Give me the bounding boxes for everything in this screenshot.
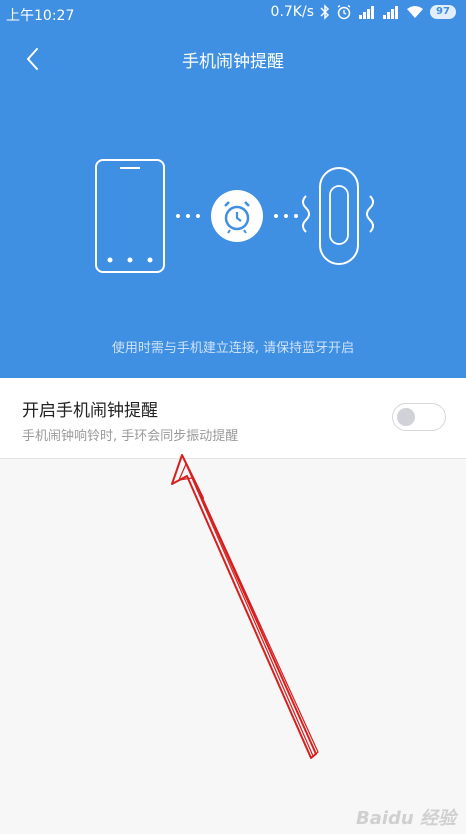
- toggle-knob: [397, 408, 415, 426]
- band-icon: [302, 167, 374, 265]
- signal-icon: [383, 6, 398, 19]
- alarm-icon: [337, 4, 351, 20]
- setting-title: 开启手机闹钟提醒: [22, 401, 158, 421]
- battery-icon: 97: [430, 5, 456, 19]
- dots-right: [274, 214, 298, 218]
- status-bar: 上午10:27 0.7K/s 97: [0, 0, 466, 28]
- network-speed: 0.7K/s: [270, 4, 314, 20]
- page-title: 手机闹钟提醒: [182, 52, 284, 72]
- phone-icon: [95, 159, 165, 273]
- wifi-icon: [407, 6, 423, 18]
- bluetooth-hint: 使用时需与手机建立连接, 请保持蓝牙开启: [111, 341, 355, 356]
- status-icons: 0.7K/s 97: [271, 4, 456, 20]
- alarm-clock-icon: [211, 190, 263, 242]
- dots-left: [176, 214, 200, 218]
- alarm-reminder-toggle[interactable]: [392, 403, 446, 431]
- signal-icon: [359, 6, 374, 19]
- connection-illustration: [95, 159, 374, 273]
- bluetooth-icon: [320, 4, 330, 20]
- annotation-arrow: [171, 454, 319, 759]
- baidu-watermark: Baidu 经验: [355, 808, 456, 829]
- status-time: 上午10:27: [6, 8, 75, 24]
